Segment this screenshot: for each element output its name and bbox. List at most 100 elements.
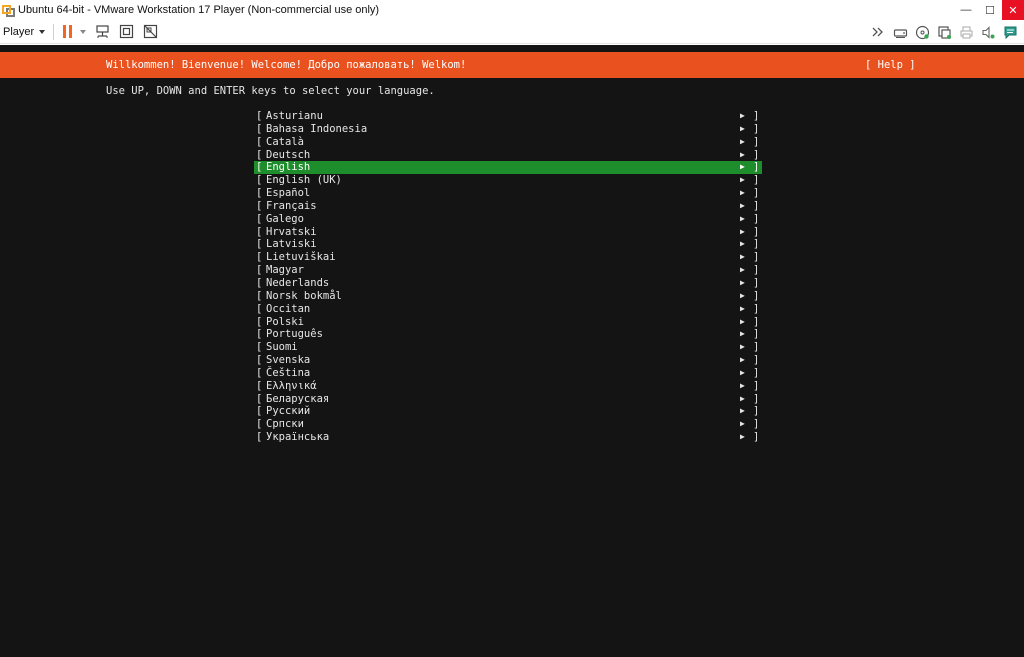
language-option[interactable]: [Português ▶] xyxy=(254,328,762,341)
pause-menu-chevron-down-icon[interactable] xyxy=(80,29,87,34)
language-option[interactable]: [Polski ▶] xyxy=(254,316,762,329)
chevron-right-icon: ▶ xyxy=(740,111,745,120)
language-option[interactable]: [Magyar ▶] xyxy=(254,264,762,277)
option-left-bracket: [ xyxy=(256,431,263,444)
language-option[interactable]: [Lietuviškai ▶] xyxy=(254,251,762,264)
language-option[interactable]: [Српски ▶] xyxy=(254,418,762,431)
language-option-label: English xyxy=(266,161,311,174)
language-option[interactable]: [Français ▶] xyxy=(254,200,762,213)
language-option[interactable]: [Galego ▶] xyxy=(254,213,762,226)
language-option[interactable]: [English ▶] xyxy=(254,161,762,175)
fast-forward-icon[interactable] xyxy=(870,24,886,40)
language-option[interactable]: [Latviski ▶] xyxy=(254,238,762,251)
language-option-label: Español xyxy=(266,187,311,200)
chevron-right-icon: ▶ xyxy=(740,149,745,159)
option-right-bracket: ] xyxy=(753,148,760,161)
chevron-right-icon: ▶ xyxy=(740,355,745,365)
language-option-label: Беларуская xyxy=(266,392,330,405)
message-log-icon[interactable] xyxy=(1002,24,1018,40)
language-option[interactable]: [Norsk bokmål ▶] xyxy=(254,290,762,303)
language-option-label: Português xyxy=(266,328,323,341)
option-right-bracket: ] xyxy=(753,122,760,135)
language-option-label: Nederlands xyxy=(266,276,330,289)
language-option-label: Bahasa Indonesia xyxy=(266,122,368,135)
option-left-bracket: [ xyxy=(256,289,263,302)
chevron-right-icon: ▶ xyxy=(740,188,745,198)
usb-device-icon[interactable] xyxy=(936,24,952,40)
language-option-label: Lietuviškai xyxy=(266,251,336,264)
close-button[interactable]: ✕ xyxy=(1002,0,1024,20)
chevron-right-icon: ▶ xyxy=(740,200,745,210)
unity-mode-icon[interactable] xyxy=(142,24,158,40)
language-option[interactable]: [Català ▶] xyxy=(254,136,762,149)
language-option[interactable]: [Deutsch ▶] xyxy=(254,149,762,162)
pause-icon[interactable] xyxy=(63,25,73,38)
cd-dvd-icon[interactable] xyxy=(914,24,930,40)
option-right-bracket: ] xyxy=(753,302,760,315)
language-option-label: Українська xyxy=(266,431,330,444)
language-option-label: Norsk bokmål xyxy=(266,289,342,302)
chevron-right-icon: ▶ xyxy=(740,290,745,300)
option-left-bracket: [ xyxy=(256,354,263,367)
language-option-label: Français xyxy=(266,199,317,212)
chevron-right-icon: ▶ xyxy=(740,226,745,236)
option-left-bracket: [ xyxy=(256,366,263,379)
language-option[interactable]: [Svenska ▶] xyxy=(254,354,762,367)
language-option[interactable]: [English (UK) ▶] xyxy=(254,174,762,187)
option-right-bracket: ] xyxy=(753,418,760,431)
language-option[interactable]: [Suomi ▶] xyxy=(254,341,762,354)
chevron-right-icon: ▶ xyxy=(740,277,745,287)
chevron-right-icon: ▶ xyxy=(740,175,745,185)
language-option-label: Svenska xyxy=(266,354,311,367)
full-screen-icon[interactable] xyxy=(118,24,134,40)
language-list: [Asturianu ▶][Bahasa Indonesia ▶][Català ▶]… xyxy=(254,110,762,444)
chevron-right-icon: ▶ xyxy=(740,316,745,326)
language-option[interactable]: [Українська ▶] xyxy=(254,431,762,444)
vmware-app-icon xyxy=(2,3,16,17)
option-left-bracket: [ xyxy=(256,135,263,148)
language-option[interactable]: [Bahasa Indonesia ▶] xyxy=(254,123,762,136)
language-option[interactable]: [Ελληνικά ▶] xyxy=(254,380,762,393)
window-title-bar[interactable]: Ubuntu 64-bit - VMware Workstation 17 Pl… xyxy=(0,0,1024,20)
network-icon[interactable] xyxy=(94,24,110,40)
option-right-bracket: ] xyxy=(753,264,760,277)
language-option-label: Asturianu xyxy=(266,110,323,122)
printer-icon[interactable] xyxy=(958,24,974,40)
language-option-label: Deutsch xyxy=(266,148,311,161)
language-option-label: Magyar xyxy=(266,264,304,277)
sound-card-icon[interactable] xyxy=(980,24,996,40)
option-right-bracket: ] xyxy=(753,110,760,122)
chevron-right-icon: ▶ xyxy=(740,136,745,146)
option-left-bracket: [ xyxy=(256,264,263,277)
language-option[interactable]: [Hrvatski ▶] xyxy=(254,226,762,239)
vm-console-screen[interactable]: Willkommen! Bienvenue! Welcome! Добро по… xyxy=(0,45,1024,657)
language-option-label: Polski xyxy=(266,315,304,328)
language-option[interactable]: [Occitan ▶] xyxy=(254,303,762,316)
language-option[interactable]: [Español ▶] xyxy=(254,187,762,200)
chevron-right-icon: ▶ xyxy=(740,367,745,377)
language-option-label: Ελληνικά xyxy=(266,379,317,392)
help-button[interactable]: [ Help ] xyxy=(865,59,916,71)
chevron-right-icon: ▶ xyxy=(740,252,745,262)
maximize-button[interactable]: ☐ xyxy=(978,0,1002,20)
toolbar-divider xyxy=(53,23,55,40)
language-option[interactable]: [Čeština ▶] xyxy=(254,367,762,380)
option-right-bracket: ] xyxy=(753,135,760,148)
chevron-right-icon: ▶ xyxy=(740,303,745,313)
option-left-bracket: [ xyxy=(256,110,263,122)
option-right-bracket: ] xyxy=(753,379,760,392)
option-left-bracket: [ xyxy=(256,276,263,289)
chevron-right-icon: ▶ xyxy=(740,265,745,275)
minimize-button[interactable]: — xyxy=(954,0,978,20)
language-option[interactable]: [Русский ▶] xyxy=(254,405,762,418)
chevron-right-icon: ▶ xyxy=(740,123,745,133)
language-option[interactable]: [Asturianu ▶] xyxy=(254,110,762,123)
language-option-label: Русский xyxy=(266,405,311,418)
option-left-bracket: [ xyxy=(256,392,263,405)
language-option[interactable]: [Беларуская ▶] xyxy=(254,393,762,406)
language-option-label: Suomi xyxy=(266,341,298,354)
option-left-bracket: [ xyxy=(256,418,263,431)
player-menu-button[interactable]: Player xyxy=(3,26,46,38)
hard-disk-icon[interactable] xyxy=(892,24,908,40)
language-option[interactable]: [Nederlands ▶] xyxy=(254,277,762,290)
